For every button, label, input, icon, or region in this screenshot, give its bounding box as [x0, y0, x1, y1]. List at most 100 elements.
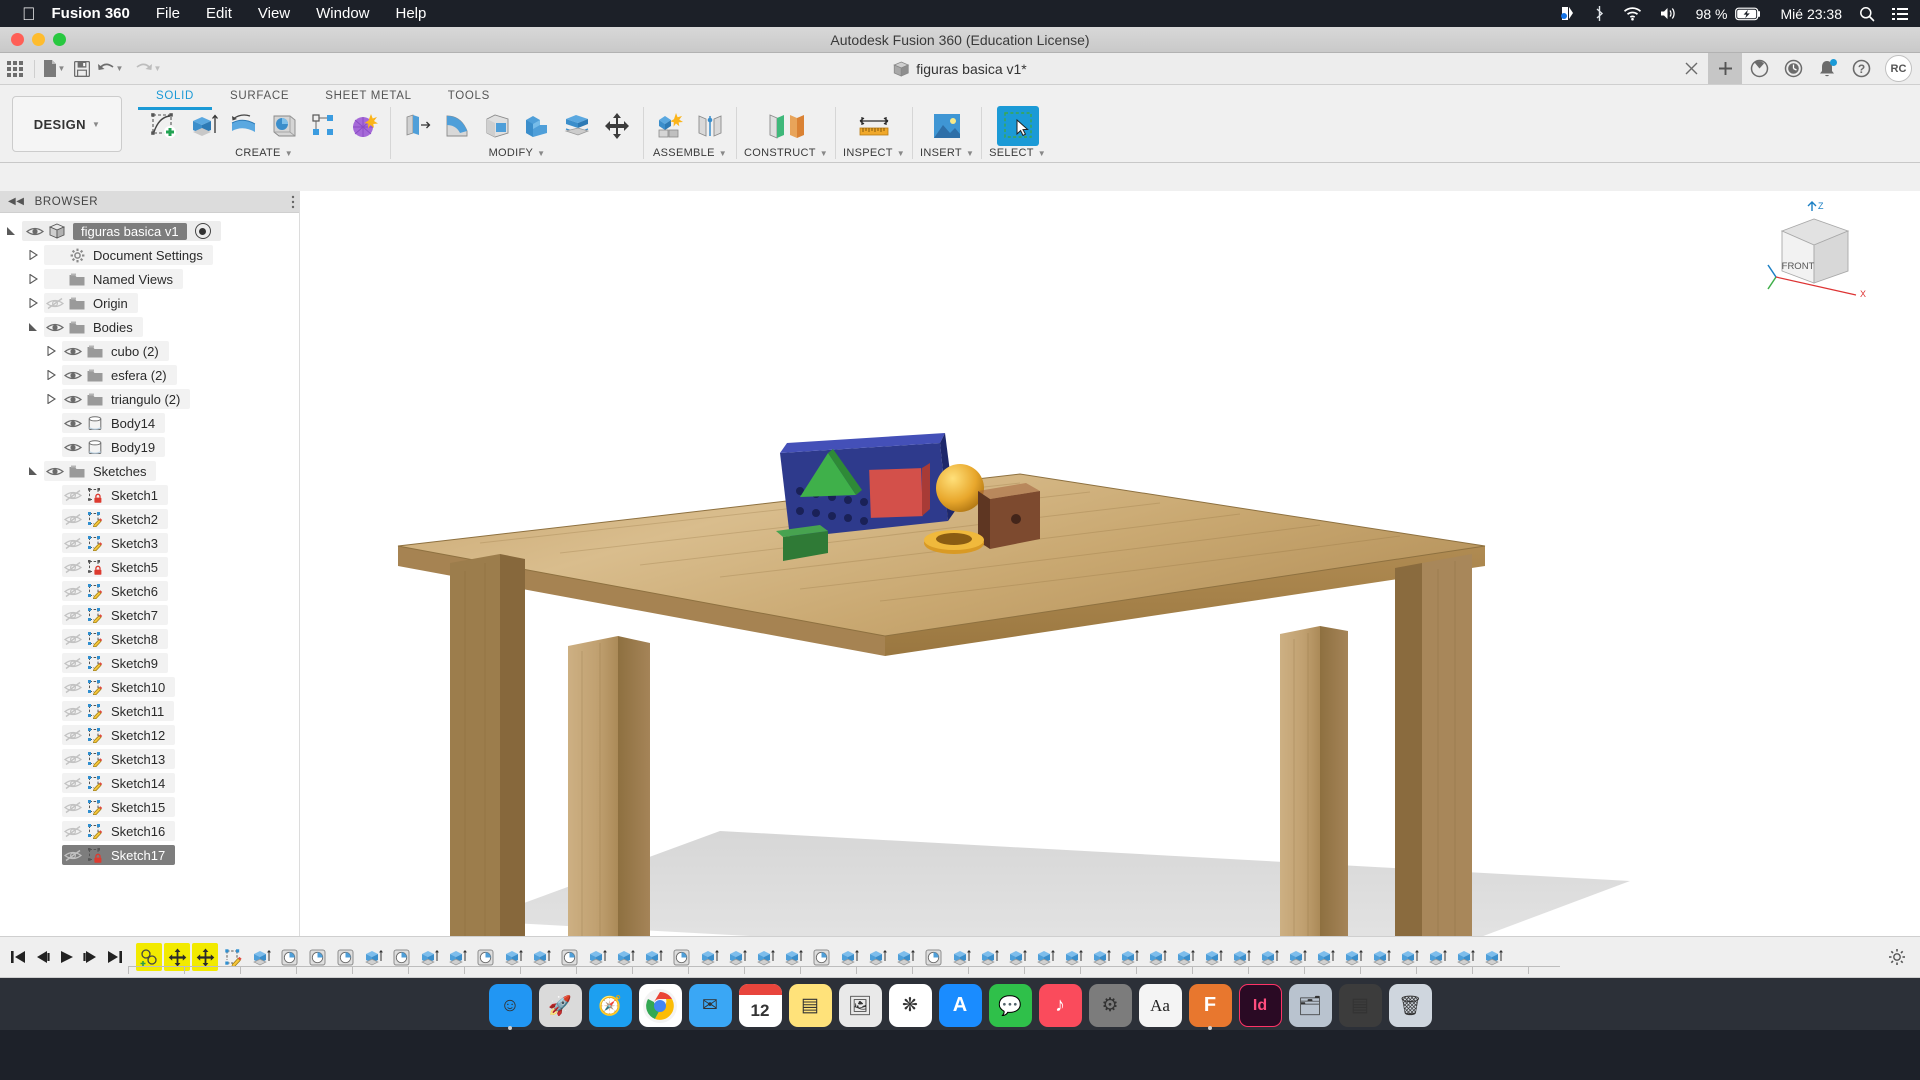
- go-to-beginning-icon[interactable]: [6, 942, 30, 972]
- menu-view[interactable]: View: [258, 5, 290, 22]
- browser-node-esfera-2[interactable]: esfera (2): [0, 363, 299, 387]
- dock-item-documents-folder[interactable]: 🗂: [1288, 984, 1332, 1027]
- visibility-toggle-icon[interactable]: [62, 393, 84, 406]
- visibility-toggle-icon[interactable]: [62, 489, 84, 502]
- avatar[interactable]: RC: [1885, 55, 1912, 82]
- browser-root-node[interactable]: figuras basica v1: [0, 219, 299, 243]
- visibility-toggle-icon[interactable]: [62, 825, 84, 838]
- menu-edit[interactable]: Edit: [206, 5, 232, 22]
- visibility-toggle-icon[interactable]: [44, 297, 66, 310]
- timeline-settings-icon[interactable]: [1888, 948, 1914, 966]
- apple-icon[interactable]: : [22, 5, 36, 23]
- menubar-clock[interactable]: Mié 23:38: [1781, 6, 1842, 22]
- redo-icon[interactable]: ▼: [133, 54, 163, 84]
- offset-plane-icon[interactable]: [758, 107, 814, 145]
- browser-node-sketch12[interactable]: Sketch12: [0, 723, 299, 747]
- step-forward-icon[interactable]: [78, 942, 102, 972]
- help-icon[interactable]: ?: [1844, 53, 1878, 84]
- browser-node-sketch1[interactable]: Sketch1: [0, 483, 299, 507]
- visibility-toggle-icon[interactable]: [62, 753, 84, 766]
- dock-item-downloads-folder[interactable]: ▤: [1338, 984, 1382, 1027]
- expand-arrow-icon[interactable]: [46, 346, 62, 356]
- extrude-icon[interactable]: [185, 107, 223, 145]
- visibility-toggle-icon[interactable]: [62, 441, 84, 454]
- dock-item-system-preferences[interactable]: ⚙: [1088, 984, 1132, 1027]
- play-icon[interactable]: [54, 942, 78, 972]
- visibility-toggle-icon[interactable]: [44, 321, 66, 334]
- browser-node-sketch2[interactable]: Sketch2: [0, 507, 299, 531]
- view-cube[interactable]: Z FRONT X: [1752, 201, 1872, 311]
- visibility-toggle-icon[interactable]: [62, 513, 84, 526]
- spotlight-search-icon[interactable]: [1859, 6, 1875, 22]
- save-icon[interactable]: [69, 54, 95, 84]
- visibility-toggle-icon[interactable]: [62, 657, 84, 670]
- dock-item-launchpad[interactable]: 🚀: [538, 984, 582, 1027]
- loft-icon[interactable]: [305, 107, 343, 145]
- panel-create-label[interactable]: CREATE ▼: [235, 147, 293, 159]
- notifications-icon[interactable]: [1810, 53, 1844, 84]
- browser-node-document-settings[interactable]: Document Settings: [0, 243, 299, 267]
- offset-face-icon[interactable]: [558, 107, 596, 145]
- creative-cloud-icon[interactable]: [1559, 5, 1576, 22]
- visibility-toggle-icon[interactable]: [44, 465, 66, 478]
- visibility-toggle-icon[interactable]: [62, 585, 84, 598]
- step-back-icon[interactable]: [30, 942, 54, 972]
- chevron-down-icon[interactable]: ▼: [154, 64, 162, 73]
- grid-apps-icon[interactable]: [0, 54, 30, 84]
- visibility-toggle-icon[interactable]: [62, 681, 84, 694]
- bluetooth-icon[interactable]: [1593, 5, 1606, 22]
- close-tab-icon[interactable]: [1674, 53, 1708, 84]
- browser-node-body19[interactable]: Body19: [0, 435, 299, 459]
- browser-node-body14[interactable]: Body14: [0, 411, 299, 435]
- chevron-down-icon[interactable]: ▼: [58, 64, 66, 73]
- expand-arrow-icon[interactable]: [28, 322, 44, 332]
- box-icon[interactable]: [345, 107, 383, 145]
- measure-icon[interactable]: [847, 107, 901, 145]
- menu-window[interactable]: Window: [316, 5, 369, 22]
- combine-icon[interactable]: [518, 107, 556, 145]
- battery-charging-icon[interactable]: [1734, 7, 1761, 21]
- revolve-icon[interactable]: [225, 107, 263, 145]
- expand-arrow-icon[interactable]: [28, 274, 44, 284]
- visibility-toggle-icon[interactable]: [62, 561, 84, 574]
- new-tab-icon[interactable]: [1708, 53, 1742, 84]
- browser-node-sketch11[interactable]: Sketch11: [0, 699, 299, 723]
- workspace-switcher-button[interactable]: DESIGN ▼: [12, 96, 122, 152]
- job-status-icon[interactable]: [1776, 53, 1810, 84]
- expand-arrow-icon[interactable]: [6, 226, 22, 236]
- panel-construct-label[interactable]: CONSTRUCT ▼: [744, 147, 828, 159]
- shell-icon[interactable]: [478, 107, 516, 145]
- expand-arrow-icon[interactable]: [46, 370, 62, 380]
- browser-node-sketch14[interactable]: Sketch14: [0, 771, 299, 795]
- browser-node-triangulo-2[interactable]: triangulo (2): [0, 387, 299, 411]
- new-file-icon[interactable]: ▼: [39, 54, 69, 84]
- visibility-toggle-icon[interactable]: [62, 705, 84, 718]
- browser-node-sketch3[interactable]: Sketch3: [0, 531, 299, 555]
- dock-item-calendar[interactable]: 12: [738, 984, 782, 1027]
- browser-node-named-views[interactable]: Named Views: [0, 267, 299, 291]
- visibility-toggle-icon[interactable]: [62, 417, 84, 430]
- browser-node-sketch7[interactable]: Sketch7: [0, 603, 299, 627]
- viewport-canvas[interactable]: Z FRONT X ▼: [300, 191, 1920, 978]
- go-to-end-icon[interactable]: [102, 942, 126, 972]
- panel-modify-label[interactable]: MODIFY ▼: [489, 147, 546, 159]
- joint-icon[interactable]: [691, 107, 729, 145]
- panel-insert-label[interactable]: INSERT ▼: [920, 147, 974, 159]
- 3d-model-render[interactable]: [300, 191, 1920, 978]
- dock-item-finder[interactable]: ☺: [488, 984, 532, 1030]
- dock-item-chrome[interactable]: [638, 984, 682, 1027]
- browser-node-sketches[interactable]: Sketches: [0, 459, 299, 483]
- browser-node-bodies[interactable]: Bodies: [0, 315, 299, 339]
- dock-item-mail[interactable]: ✉: [688, 984, 732, 1027]
- visibility-toggle-icon[interactable]: [62, 369, 84, 382]
- dock-item-font-book[interactable]: Aa: [1138, 984, 1182, 1027]
- dock-item-safari[interactable]: 🧭: [588, 984, 632, 1027]
- dock-item-preview[interactable]: 🖼: [838, 984, 882, 1027]
- chevron-down-icon[interactable]: ▼: [116, 64, 124, 73]
- browser-node-sketch8[interactable]: Sketch8: [0, 627, 299, 651]
- extensions-icon[interactable]: [1742, 53, 1776, 84]
- dock-item-fusion-360[interactable]: F: [1188, 984, 1232, 1030]
- panel-inspect-label[interactable]: INSPECT ▼: [843, 147, 905, 159]
- sweep-icon[interactable]: [265, 107, 303, 145]
- panel-assemble-label[interactable]: ASSEMBLE ▼: [653, 147, 727, 159]
